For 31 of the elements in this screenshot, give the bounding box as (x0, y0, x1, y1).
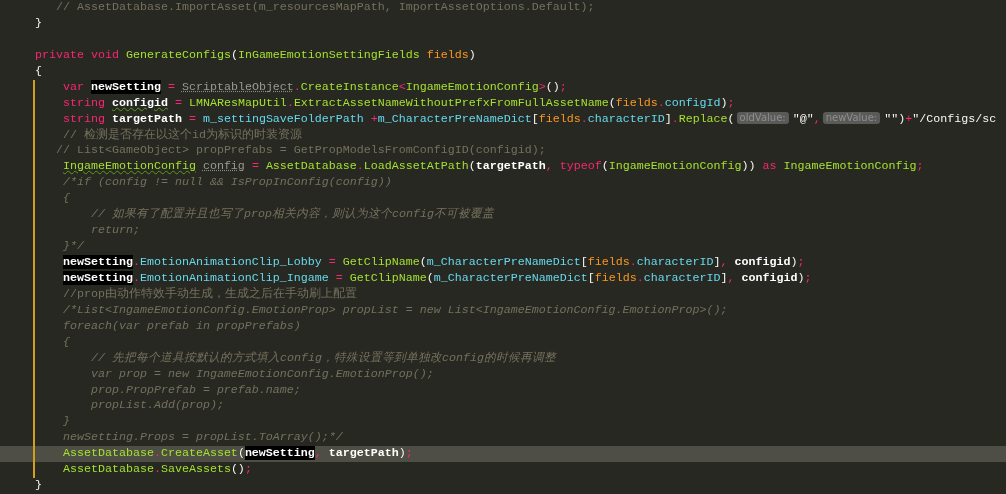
code-text: propList.Add(prop); (89, 398, 224, 413)
code-text: /*List<IngameEmotionConfig.EmotionProp> propList = new List<IngameEmotionConfig.EmotionProp>(); (62, 302, 728, 317)
code-text: string targetPath = m_settingSaveFolderPath +m_CharacterPreNameDict[fields.characterID].Replace( (62, 111, 735, 126)
code-text: private void GenerateConfigs(InGameEmotionSettingFields fields) (35, 47, 476, 62)
code-text: string configid = LMNAResMapUtil.ExtractAssetNameWithoutPrefxFromFullAssetName(fields.configId); (62, 95, 735, 110)
code-text: { (35, 63, 42, 78)
code-text: "")+"/Configs/sc (884, 111, 997, 126)
code-text: AssetDatabase.CreateAsset(newSetting, targetPath); (62, 446, 413, 461)
code-text: newSetting.Props = propList.ToArray();*/ (62, 430, 343, 445)
code-text: prop.PropPrefab = prefab.name; (89, 382, 301, 397)
code-text: { (62, 334, 70, 349)
code-text: // 检测是否存在以这个id为标识的时装资源 (62, 127, 302, 142)
code-text: }*/ (62, 239, 84, 254)
code-text: // 先把每个道具按默认的方式填入config，特殊设置等到单独改config的时候再调整 (89, 350, 556, 365)
code-text: AssetDatabase.SaveAssets(); (62, 462, 252, 477)
code-text: /*if (config != null && IsPropInConfig(config)) (62, 175, 392, 190)
code-text: IngameEmotionConfig config = AssetDatabase.LoadAssetAtPath(targetPath, typeof(IngameEmotionConfig)) as IngameEmotionConfig; (62, 159, 924, 174)
code-text: // 如果有了配置并且也写了prop相关内容，则认为这个config不可被覆盖 (89, 207, 494, 222)
code-text: var newSetting = ScriptableObject.CreateInstance<IngameEmotionConfig>(); (62, 79, 567, 94)
code-text: { (62, 191, 70, 206)
code-text: "@", (792, 111, 821, 126)
code-text: } (62, 414, 70, 429)
code-text: newSetting.EmotionAnimationClip_Ingame = GetClipName(m_CharacterPreNameDict[fields.characterID], configid); (61, 270, 812, 285)
code-text: // AssetDatabase.ImportAsset(m_resourcesMapPath, ImportAssetOptions.Default); (55, 0, 595, 14)
code-text: return; (89, 223, 140, 238)
code-text: var prop = new IngameEmotionConfig.EmotionProp(); (89, 366, 434, 381)
code-text: foreach(var prefab in propPrefabs) (62, 318, 301, 333)
code-text: } (35, 478, 42, 493)
code-text: // List<GameObject> propPrefabs = GetPropModelsFromConfigID(configid); (55, 143, 546, 158)
code-text: newSetting.EmotionAnimationClip_Lobby = GetClipName(m_CharacterPreNameDict[fields.characterID], configid); (61, 255, 805, 269)
code-text: } (35, 15, 42, 30)
